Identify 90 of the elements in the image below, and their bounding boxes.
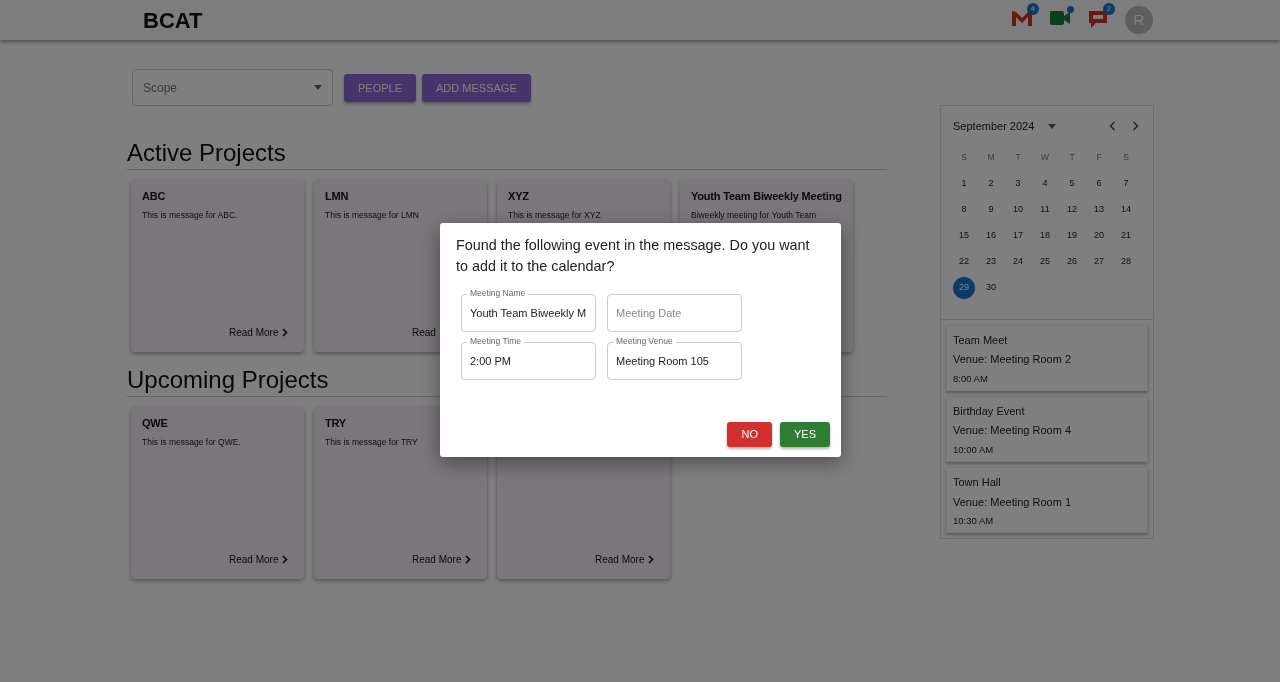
- card-title: LMN: [325, 188, 350, 203]
- event-venue: Venue: Meeting Room 2: [953, 352, 1073, 367]
- calendar-day[interactable]: 4: [1034, 172, 1056, 195]
- card-text: This is message for XYZ: [508, 209, 602, 220]
- calendar-day[interactable]: 16: [980, 224, 1002, 247]
- weekday-label: T: [1015, 151, 1021, 164]
- calendar-day[interactable]: 30: [980, 276, 1002, 299]
- calendar-day[interactable]: 26: [1061, 250, 1083, 273]
- read-more-link[interactable]: Read: [408, 324, 440, 340]
- section-heading: Active Projects: [127, 139, 887, 170]
- calendar-day[interactable]: 1: [953, 172, 975, 195]
- calendar-day[interactable]: 25: [1034, 250, 1056, 273]
- event-venue: Venue: Meeting Room 1: [953, 494, 1073, 510]
- chevron-right-icon: [282, 554, 289, 564]
- chevron-right-icon: [465, 554, 472, 564]
- card-title: Youth Team Biweekly Meeting: [691, 188, 843, 203]
- calendar-day[interactable]: 8: [953, 198, 975, 221]
- card-title: QWE: [142, 415, 169, 430]
- count-badge: 4: [1027, 3, 1039, 15]
- calendar-day[interactable]: 20: [1088, 224, 1110, 247]
- chevron-right-icon[interactable]: [1132, 121, 1139, 132]
- field-label: Meeting Venue: [613, 335, 676, 347]
- calendar-day[interactable]: 17: [1007, 224, 1029, 247]
- event-time: 10:00 AM: [953, 442, 995, 457]
- calendar-day[interactable]: 12: [1061, 198, 1083, 221]
- chat-bubble-icon[interactable]: [1087, 9, 1109, 29]
- field-label: Meeting Name: [467, 287, 529, 299]
- action-button[interactable]: PEOPLE: [344, 74, 417, 102]
- card-title: ABC: [142, 188, 167, 203]
- text-field[interactable]: Meeting Date: [607, 294, 742, 332]
- calendar-day[interactable]: 27: [1088, 250, 1110, 273]
- field-label: Meeting Time: [467, 335, 525, 347]
- dialog-message: Found the following event in the message. Do you want to add it to the calendar?: [456, 236, 811, 276]
- notification-dot: [1067, 6, 1074, 13]
- calendar-day[interactable]: 7: [1115, 172, 1137, 195]
- read-more-link[interactable]: Read More: [591, 551, 659, 567]
- calendar-day[interactable]: 2: [980, 172, 1002, 195]
- app-logo: BCAT: [143, 6, 203, 35]
- calendar-day[interactable]: 22: [953, 250, 975, 273]
- card-text: Biweekly meeting for Youth Team: [691, 209, 818, 220]
- card-title: TRY: [325, 415, 347, 430]
- calendar-day[interactable]: 21: [1115, 224, 1137, 247]
- confirm-button[interactable]: YES: [780, 422, 830, 447]
- read-more-link[interactable]: Read More: [225, 551, 293, 567]
- event-title: Birthday Event: [953, 403, 1026, 419]
- calendar-day[interactable]: 24: [1007, 250, 1029, 273]
- event-title: Team Meet: [953, 332, 1009, 348]
- calendar-day[interactable]: 10: [1007, 198, 1029, 221]
- event-time: 10:30 AM: [953, 514, 995, 528]
- weekday-label: M: [987, 151, 995, 164]
- event-time: 8:00 AM: [953, 371, 989, 386]
- event-title: Town Hall: [953, 475, 1002, 490]
- caret-icon: [314, 85, 322, 90]
- calendar-day[interactable]: 11: [1034, 198, 1056, 221]
- card-title: XYZ: [508, 188, 530, 203]
- event-card[interactable]: Town Hall Venue: Meeting Room 1 10:30 AM: [946, 467, 1148, 534]
- event-venue: Venue: Meeting Room 4: [953, 423, 1073, 439]
- chevron-right-icon: [648, 554, 655, 564]
- calendar-day[interactable]: 5: [1061, 172, 1083, 195]
- calendar-day[interactable]: 6: [1088, 172, 1110, 195]
- card-text: This is message for TRY: [325, 436, 419, 447]
- event-card[interactable]: Birthday Event Venue: Meeting Room 4 10:00 AM: [946, 395, 1148, 462]
- card-text: This is message for LMN: [325, 209, 420, 220]
- month-label: September 2024: [953, 119, 1035, 134]
- event-card[interactable]: Team Meet Venue: Meeting Room 2 8:00 AM: [946, 324, 1148, 391]
- chevron-right-icon: [282, 327, 289, 337]
- cancel-button[interactable]: NO: [727, 422, 772, 447]
- weekday-label: W: [1041, 151, 1049, 164]
- calendar-day[interactable]: 3: [1007, 172, 1029, 195]
- chevron-left-icon[interactable]: [1109, 121, 1116, 132]
- calendar-day[interactable]: 23: [980, 250, 1002, 273]
- calendar-day[interactable]: 13: [1088, 198, 1110, 221]
- calendar-day[interactable]: 15: [953, 224, 975, 247]
- calendar-day[interactable]: 9: [980, 198, 1002, 221]
- card-text: This is message for ABC.: [142, 209, 239, 220]
- count-badge: 2: [1103, 3, 1115, 15]
- calendar-day[interactable]: 28: [1115, 250, 1137, 273]
- calendar-day[interactable]: 18: [1034, 224, 1056, 247]
- read-more-link[interactable]: Read More: [225, 324, 293, 340]
- calendar-day[interactable]: 19: [1061, 224, 1083, 247]
- action-button[interactable]: ADD MESSAGE: [422, 74, 531, 102]
- calendar-day[interactable]: 29: [953, 276, 975, 299]
- video-camera-icon[interactable]: [1049, 9, 1071, 27]
- scope-select[interactable]: Scope: [132, 69, 333, 106]
- read-more-link[interactable]: Read More: [408, 551, 476, 567]
- weekday-label: T: [1069, 151, 1075, 164]
- card-text: This is message for QWE.: [142, 436, 242, 447]
- mail-icon[interactable]: [1011, 9, 1033, 27]
- calendar-day[interactable]: 14: [1115, 198, 1137, 221]
- placeholder-text: Scope: [143, 79, 178, 97]
